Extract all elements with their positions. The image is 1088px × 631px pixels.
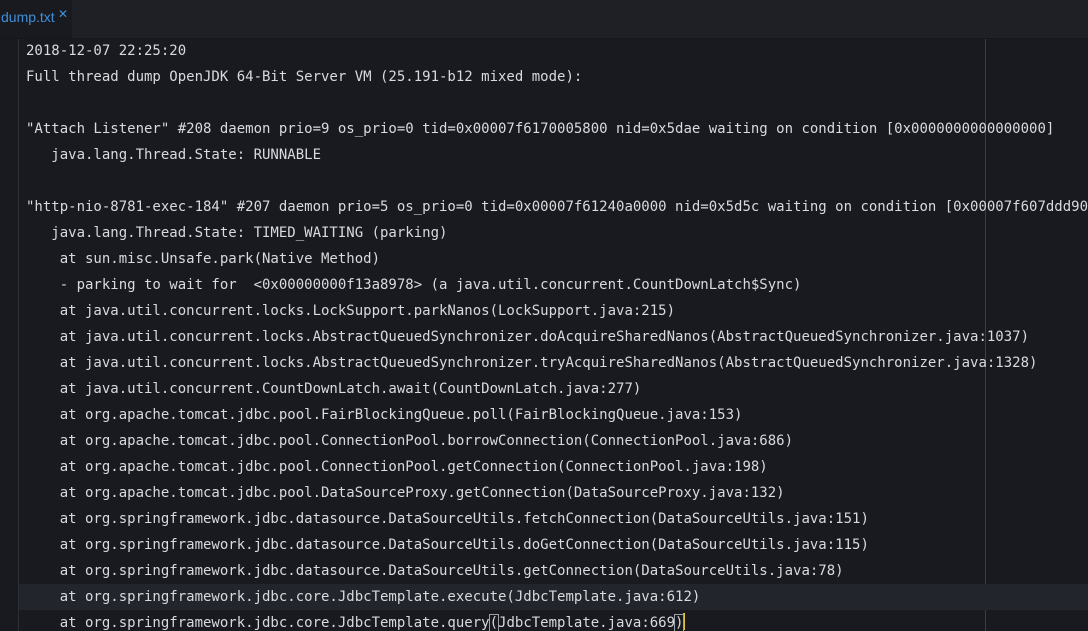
text-line[interactable]: java.lang.Thread.State: RUNNABLE (26, 142, 321, 168)
text-line[interactable]: 2018-12-07 22:25:20 (26, 39, 186, 64)
text-line[interactable]: Full thread dump OpenJDK 64-Bit Server V… (26, 64, 582, 90)
text-caret (683, 613, 686, 630)
text-line[interactable]: at org.apache.tomcat.jdbc.pool.Connectio… (26, 428, 793, 454)
tab-dump-txt[interactable]: dump.txt ✕ (0, 0, 72, 38)
text-editor[interactable]: 2018-12-07 22:25:20 Full thread dump Ope… (0, 39, 1088, 631)
matching-close-paren: ) (673, 614, 685, 631)
text-line[interactable]: "Attach Listener" #208 daemon prio=9 os_… (26, 116, 1054, 142)
tab-bar: dump.txt ✕ (0, 0, 1088, 39)
text-line[interactable]: at org.apache.tomcat.jdbc.pool.Connectio… (26, 454, 768, 480)
text-line[interactable]: java.lang.Thread.State: TIMED_WAITING (p… (26, 220, 447, 246)
text-line[interactable]: at org.springframework.jdbc.datasource.D… (26, 506, 869, 532)
text-line[interactable]: at java.util.concurrent.locks.LockSuppor… (26, 298, 675, 324)
text-line-highlighted[interactable]: at org.springframework.jdbc.core.JdbcTem… (19, 584, 1088, 610)
text-line[interactable]: at org.springframework.jdbc.datasource.D… (26, 532, 869, 558)
text-line[interactable]: "http-nio-8781-exec-184" #207 daemon pri… (26, 194, 1088, 220)
current-line-args[interactable]: JdbcTemplate.java:669 (498, 615, 675, 631)
text-line[interactable]: at java.util.concurrent.CountDownLatch.a… (26, 376, 642, 402)
text-line[interactable]: at java.util.concurrent.locks.AbstractQu… (26, 350, 1038, 376)
text-line[interactable]: at java.util.concurrent.locks.AbstractQu… (26, 324, 1029, 350)
text-line[interactable]: at org.apache.tomcat.jdbc.pool.FairBlock… (26, 402, 743, 428)
indent-guide (18, 39, 19, 631)
current-line-text[interactable]: at org.springframework.jdbc.core.JdbcTem… (26, 615, 490, 631)
text-line[interactable]: at org.springframework.jdbc.datasource.D… (26, 558, 844, 584)
close-icon[interactable]: ✕ (58, 7, 68, 21)
text-line[interactable]: - parking to wait for <0x00000000f13a897… (26, 272, 802, 298)
matching-open-paren: ( (488, 614, 500, 631)
text-line[interactable]: at org.apache.tomcat.jdbc.pool.DataSourc… (26, 480, 785, 506)
current-line[interactable]: at org.springframework.jdbc.core.JdbcTem… (26, 610, 686, 631)
text-line[interactable]: at sun.misc.Unsafe.park(Native Method) (26, 246, 380, 272)
tab-title[interactable]: dump.txt (1, 9, 55, 25)
